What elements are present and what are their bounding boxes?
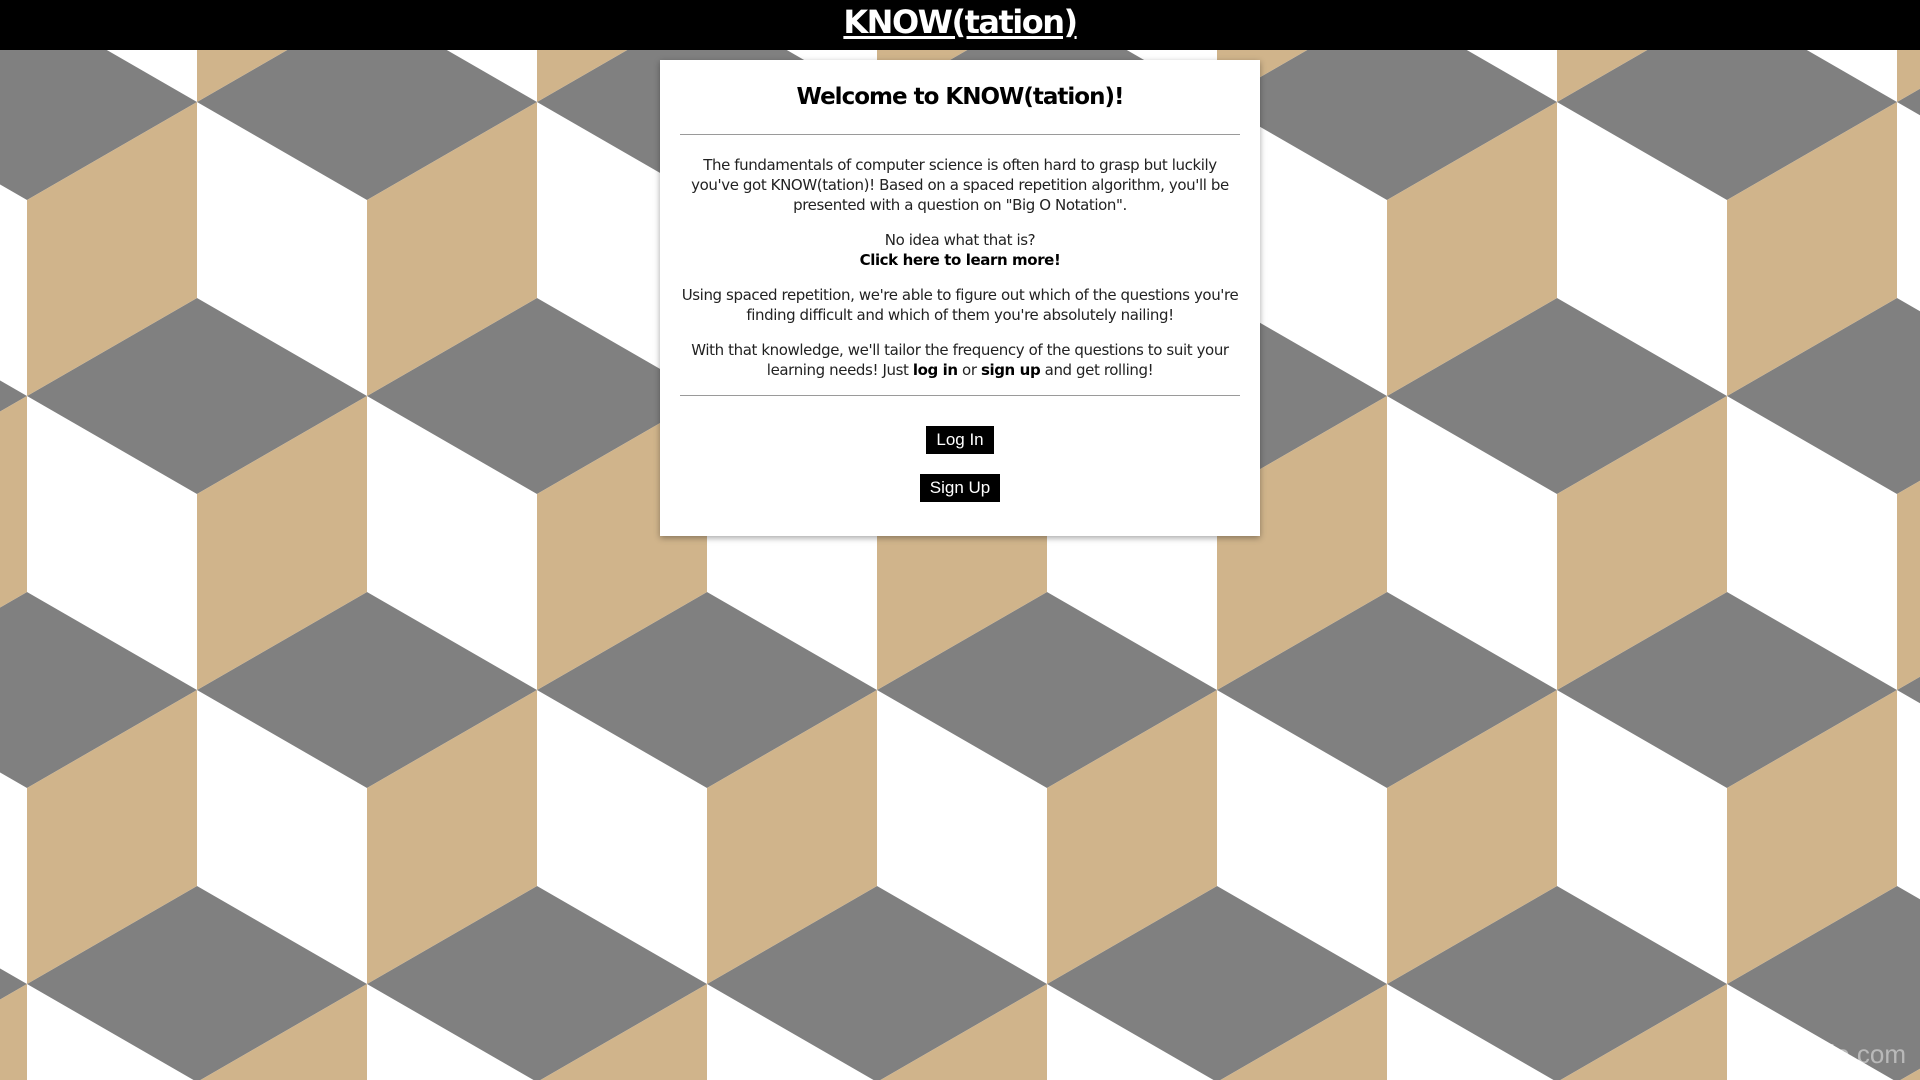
bottom-divider [680,395,1240,396]
top-divider [680,134,1240,135]
inline-signup-link[interactable]: sign up [981,361,1041,379]
get-started-text-post: and get rolling! [1040,361,1154,379]
get-started-text-or: or [957,361,981,379]
get-started-paragraph: With that knowledge, we'll tailor the fr… [680,340,1240,380]
learn-more-link[interactable]: Click here to learn more! [860,251,1061,269]
spaced-repetition-paragraph: Using spaced repetition, we're able to f… [681,286,1239,324]
signup-button[interactable]: Sign Up [919,474,1001,502]
learn-more-paragraph: No idea what that is? Click here to lear… [680,230,1240,270]
intro-paragraph: The fundamentals of computer science is … [691,156,1229,214]
login-button-row: Log In [680,426,1240,454]
welcome-card: Welcome to KNOW(tation)! The fundamental… [660,60,1260,536]
signup-button-row: Sign Up [680,474,1240,502]
inline-login-link[interactable]: log in [913,361,958,379]
learn-more-prompt: No idea what that is? [884,231,1036,249]
top-navigation-bar: KNOW(tation) [0,0,1920,50]
login-button[interactable]: Log In [926,426,994,454]
welcome-heading: Welcome to KNOW(tation)! [796,84,1125,110]
site-title-link[interactable]: KNOW(tation) [843,2,1078,42]
background-watermark: © xmple.com [1753,1039,1906,1069]
